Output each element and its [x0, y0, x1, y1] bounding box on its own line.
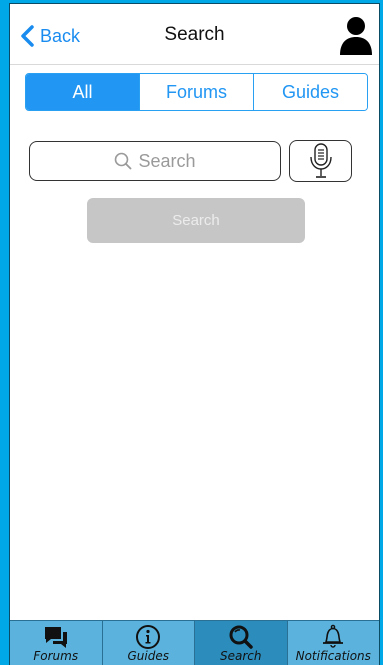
tab-notifications-label: Notifications: [295, 649, 371, 663]
tab-notifications[interactable]: Notifications: [286, 621, 380, 665]
bell-icon: [323, 624, 344, 648]
segment-all[interactable]: All: [26, 74, 139, 110]
tab-guides[interactable]: Guides: [101, 621, 195, 665]
tab-guides-label: Guides: [127, 649, 170, 663]
search-icon: [115, 152, 132, 170]
profile-button[interactable]: [339, 16, 373, 56]
segment-forums[interactable]: Forums: [139, 74, 253, 110]
tab-bar: Forums Guides Search Notifications: [10, 620, 379, 665]
nav-divider: [10, 64, 379, 65]
voice-search-button[interactable]: [289, 140, 352, 182]
scope-segmented-control: All Forums Guides: [25, 73, 368, 111]
microphone-icon: [309, 143, 332, 178]
tab-search-label: Search: [220, 649, 262, 663]
segment-guides[interactable]: Guides: [253, 74, 367, 110]
navigation-bar: Back Search: [10, 4, 379, 64]
chat-bubbles-icon: [44, 627, 67, 648]
device-frame: Back Search All Forums Guides Search Sea…: [0, 0, 383, 665]
search-button[interactable]: Search: [87, 198, 305, 243]
search-input[interactable]: Search: [29, 141, 281, 181]
tab-forums[interactable]: Forums: [10, 621, 102, 665]
app-screen: Back Search All Forums Guides Search Sea…: [10, 4, 379, 665]
info-icon: [136, 625, 161, 649]
user-icon: [340, 17, 372, 55]
tab-forums-label: Forums: [33, 649, 79, 663]
magnifier-icon: [229, 625, 253, 649]
page-title: Search: [164, 24, 225, 45]
tab-search[interactable]: Search: [194, 621, 287, 665]
search-placeholder: Search: [138, 150, 196, 171]
